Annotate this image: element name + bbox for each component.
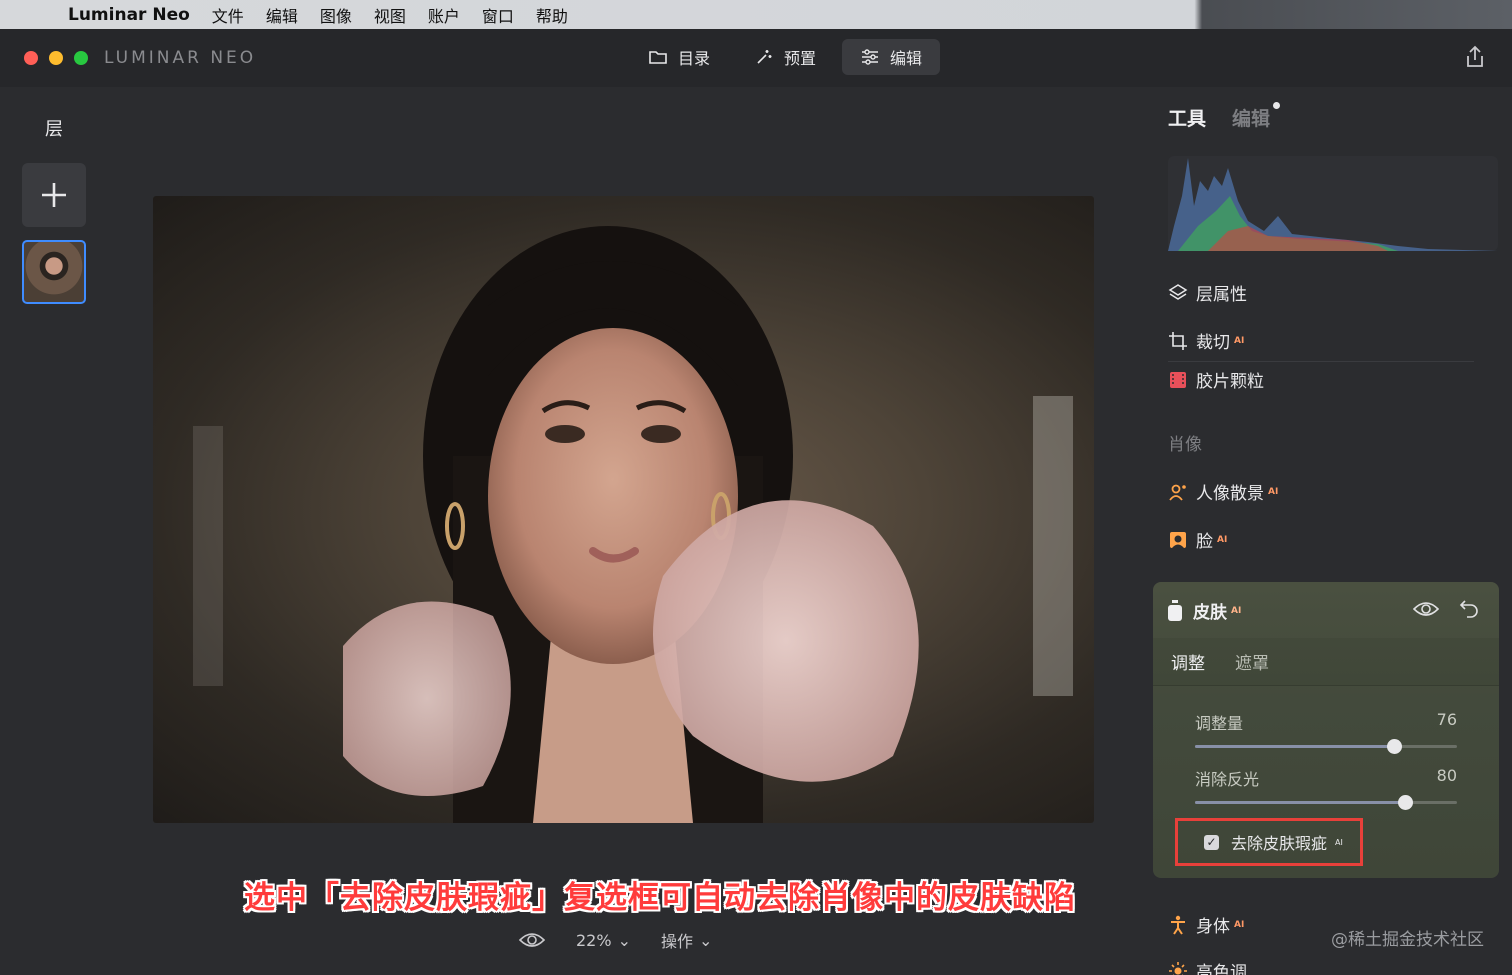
menu-help[interactable]: 帮助 xyxy=(536,3,568,27)
unsaved-dot-icon xyxy=(1273,102,1281,109)
ai-badge: AI xyxy=(1335,837,1343,847)
checkmark-icon[interactable]: ✓ xyxy=(1204,834,1219,850)
ai-badge: AI xyxy=(1268,486,1279,497)
histogram xyxy=(1168,156,1498,251)
apple-icon[interactable] xyxy=(26,5,44,25)
slider-shine-removal-value: 80 xyxy=(1436,766,1457,785)
tool-layer-properties[interactable]: 层属性 xyxy=(1168,280,1247,305)
ai-badge: AI xyxy=(1234,335,1245,346)
slider-shine-removal-track[interactable] xyxy=(1195,795,1457,810)
tab-edit-label: 编辑 xyxy=(890,49,923,68)
tab-edits[interactable]: 编辑 xyxy=(1232,102,1281,131)
reset-undo-icon[interactable] xyxy=(1459,598,1479,618)
app-logo: LUMINAR NEO xyxy=(104,48,257,68)
tool-highkey[interactable]: 高色调 xyxy=(1168,958,1247,975)
menu-edit[interactable]: 编辑 xyxy=(266,3,298,27)
ai-badge: AI xyxy=(1217,534,1228,545)
remove-skin-defects-checkbox[interactable]: ✓ 去除皮肤瑕疵 AI xyxy=(1175,818,1363,866)
menu-image[interactable]: 图像 xyxy=(320,3,352,27)
tool-film-grain-label: 胶片颗粒 xyxy=(1196,372,1264,392)
skin-panel-title: 皮肤 xyxy=(1193,603,1227,623)
slider-amount: 调整量 76 xyxy=(1195,710,1457,754)
close-window-button[interactable] xyxy=(24,51,38,65)
slider-shine-removal-knob[interactable] xyxy=(1397,795,1413,810)
photo-canvas[interactable] xyxy=(153,196,1094,823)
share-icon[interactable] xyxy=(1464,45,1486,69)
tool-highkey-label: 高色调 xyxy=(1196,963,1247,975)
portrait-bokeh-icon xyxy=(1169,484,1186,501)
tool-face[interactable]: 脸 AI xyxy=(1168,527,1227,552)
skin-panel-header[interactable]: 皮肤 AI xyxy=(1167,598,1241,623)
top-navigation: 目录 预置 编辑 xyxy=(630,39,941,77)
tab-presets-label: 预置 xyxy=(784,49,817,68)
slider-amount-value: 76 xyxy=(1436,710,1457,729)
actions-label: 操作 xyxy=(660,932,693,951)
chevron-down-icon: ⌄ xyxy=(617,930,631,950)
layers-icon xyxy=(1168,283,1188,300)
skin-tool-panel: 皮肤 AI 调整 遮罩 调整量 76 消除反光 80 ✓ 去除皮肤瑕疵 AI xyxy=(1153,582,1499,878)
sun-icon xyxy=(1169,961,1187,975)
subtab-mask[interactable]: 遮罩 xyxy=(1235,649,1269,674)
chevron-down-icon: ⌄ xyxy=(698,930,713,950)
tool-divider xyxy=(1168,361,1474,362)
tab-catalog[interactable]: 目录 xyxy=(630,39,728,75)
minimize-window-button[interactable] xyxy=(49,51,63,65)
menu-view[interactable]: 视图 xyxy=(374,3,406,27)
menu-window[interactable]: 窗口 xyxy=(482,3,514,27)
right-panel-tabs: 工具 编辑 xyxy=(1168,102,1281,131)
menubar-app-name[interactable]: Luminar Neo xyxy=(68,5,190,25)
face-icon xyxy=(1170,531,1186,548)
menu-file[interactable]: 文件 xyxy=(212,3,244,27)
actions-dropdown[interactable]: 操作 ⌄ xyxy=(661,928,712,952)
tool-layer-properties-label: 层属性 xyxy=(1196,285,1247,305)
slider-amount-label: 调整量 xyxy=(1195,714,1244,733)
tool-face-label: 脸 xyxy=(1196,532,1213,552)
film-strip-icon xyxy=(1170,371,1186,388)
zoom-window-button[interactable] xyxy=(74,51,88,65)
tab-edits-label: 编辑 xyxy=(1232,108,1271,130)
layers-title: 层 xyxy=(45,119,63,140)
tool-body-label: 身体 xyxy=(1196,917,1230,937)
layer-thumbnail[interactable] xyxy=(22,240,86,304)
plus-icon xyxy=(42,183,66,207)
tab-edit[interactable]: 编辑 xyxy=(842,39,941,75)
add-layer-button[interactable] xyxy=(22,163,86,227)
tab-presets[interactable]: 预置 xyxy=(736,39,834,75)
magic-wand-icon xyxy=(757,50,772,64)
menu-account[interactable]: 账户 xyxy=(428,3,460,27)
tool-portrait-bokeh-label: 人像散景 xyxy=(1196,484,1264,504)
ai-badge: AI xyxy=(1231,605,1242,616)
folder-icon xyxy=(649,51,667,64)
tab-catalog-label: 目录 xyxy=(678,49,711,68)
skin-subtabs: 调整 遮罩 xyxy=(1153,638,1499,686)
section-portrait: 肖像 xyxy=(1168,435,1202,455)
tool-film-grain[interactable]: 胶片颗粒 xyxy=(1168,367,1264,392)
remove-skin-defects-label: 去除皮肤瑕疵 xyxy=(1231,834,1328,853)
sliders-icon xyxy=(862,49,879,65)
slider-shine-removal-label: 消除反光 xyxy=(1195,770,1260,789)
ai-badge: AI xyxy=(1234,919,1245,930)
tab-tools[interactable]: 工具 xyxy=(1168,104,1206,131)
tool-crop-label: 裁切 xyxy=(1196,333,1230,353)
eye-icon[interactable] xyxy=(518,931,546,949)
canvas-bottombar: 22% ⌄ 操作 ⌄ xyxy=(518,928,712,952)
portrait-photo xyxy=(193,226,1073,823)
subtab-adjust[interactable]: 调整 xyxy=(1171,649,1205,674)
zoom-value: 22% xyxy=(576,930,612,950)
visibility-eye-icon[interactable] xyxy=(1413,600,1439,618)
tutorial-caption: 选中「去除皮肤瑕疵」复选框可自动去除肖像中的皮肤缺陷 xyxy=(244,880,1076,916)
tool-portrait-bokeh[interactable]: 人像散景 AI xyxy=(1168,479,1278,504)
tool-crop[interactable]: 裁切 AI xyxy=(1168,328,1244,353)
tool-body[interactable]: 身体 AI xyxy=(1168,912,1244,937)
lotion-bottle-icon xyxy=(1168,599,1182,621)
slider-shine-removal: 消除反光 80 xyxy=(1195,766,1457,810)
watermark: @稀土掘金技术社区 xyxy=(1331,930,1484,950)
window-titlebar: LUMINAR NEO 目录 预置 编辑 xyxy=(0,29,1512,87)
menubar: Luminar Neo 文件 编辑 图像 视图 账户 窗口 帮助 xyxy=(0,0,1512,29)
crop-icon xyxy=(1169,331,1187,350)
slider-amount-knob[interactable] xyxy=(1387,739,1403,754)
body-figure-icon xyxy=(1171,915,1185,935)
zoom-dropdown[interactable]: 22% ⌄ xyxy=(576,931,631,950)
slider-amount-track[interactable] xyxy=(1195,739,1457,754)
